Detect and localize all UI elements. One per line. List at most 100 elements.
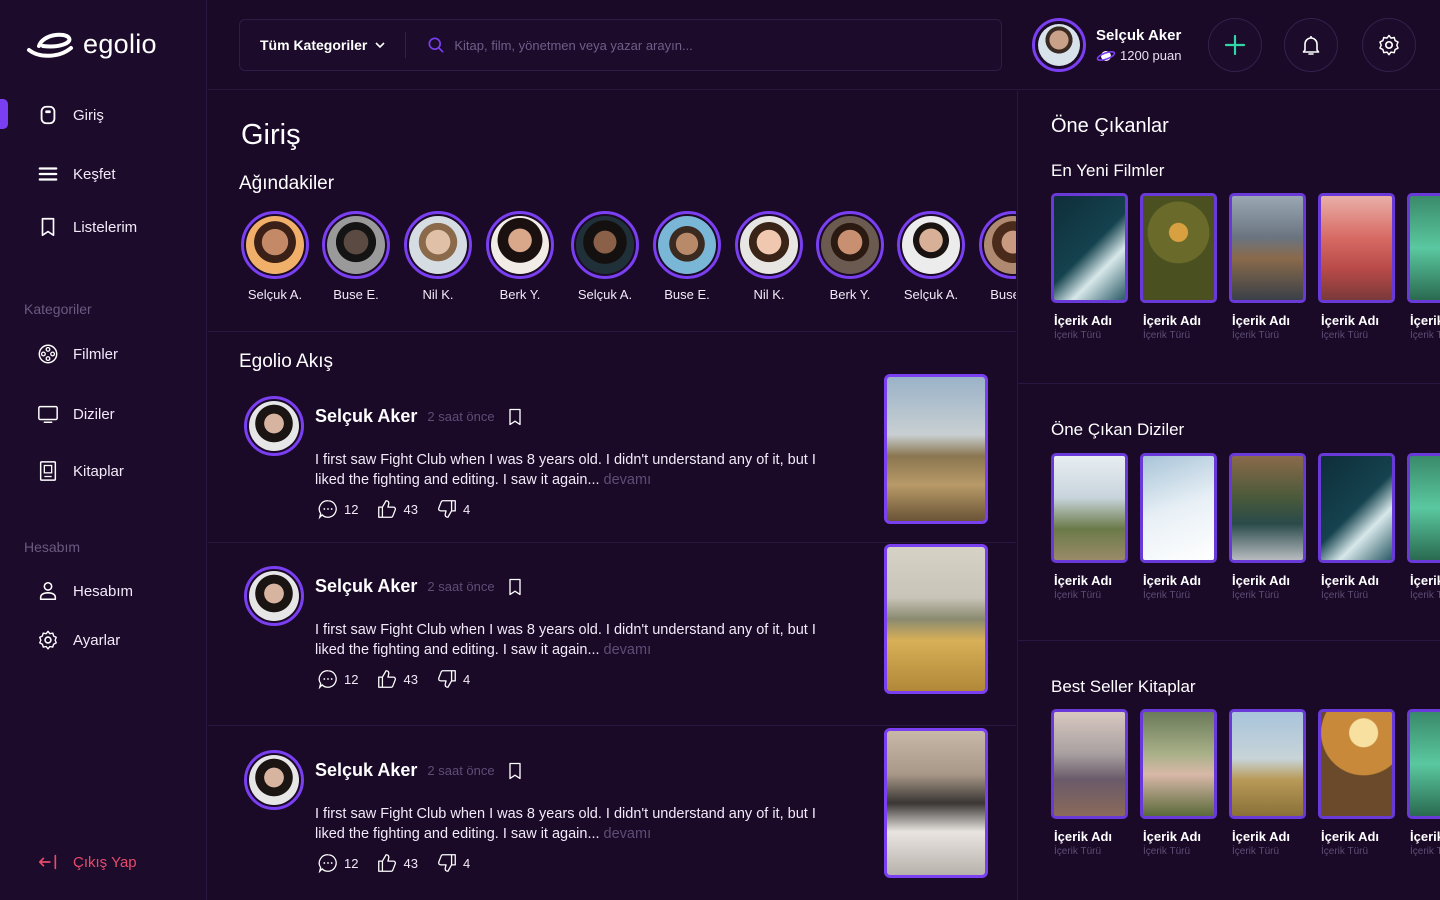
post-avatar[interactable] xyxy=(244,750,304,810)
like-button[interactable]: 43 xyxy=(376,668,418,690)
bookmark-icon[interactable] xyxy=(505,761,525,781)
add-button[interactable] xyxy=(1208,18,1262,72)
comment-icon xyxy=(318,854,337,874)
comment-button[interactable]: 12 xyxy=(317,498,358,520)
logout-label: Çıkış Yap xyxy=(73,853,137,871)
divider xyxy=(1018,383,1440,384)
divider xyxy=(1018,640,1440,641)
network-title: Ağındakiler xyxy=(239,173,335,194)
user-name: Selçuk Aker xyxy=(1096,26,1182,44)
post-avatar[interactable] xyxy=(244,566,304,626)
dislike-button[interactable]: 4 xyxy=(436,498,470,520)
feed-post: Selçuk Aker 2 saat önce I first saw Figh… xyxy=(244,374,988,536)
film-reel-icon xyxy=(38,344,58,364)
friend-item[interactable]: Berk Y. xyxy=(815,211,885,301)
content-card[interactable]: İçerik Adıİçerik Türü xyxy=(1140,453,1217,601)
content-card[interactable]: İçerik Adıİçerik Türü xyxy=(1229,193,1306,341)
post-author[interactable]: Selçuk Aker xyxy=(315,406,417,427)
content-card[interactable]: İçerik Adıİçerik Türü xyxy=(1229,709,1306,857)
thumbs-up-icon xyxy=(378,854,397,872)
content-card[interactable]: İçerik Adıİçerik Türü xyxy=(1318,709,1395,857)
bookmark-icon[interactable] xyxy=(505,407,525,427)
notifications-button[interactable] xyxy=(1284,18,1338,72)
friend-item[interactable]: Nil K. xyxy=(734,211,804,301)
friend-item[interactable]: Nil K. xyxy=(403,211,473,301)
content-card[interactable]: İçerik Adıİçerik Türü xyxy=(1051,193,1128,341)
friend-item[interactable]: Berk Y. xyxy=(485,211,555,301)
group-title-featured-series: Öne Çıkan Diziler xyxy=(1051,420,1185,439)
logo[interactable]: egolio xyxy=(25,28,157,60)
sidebar-item-lists[interactable]: Listelerim xyxy=(37,215,137,239)
post-image[interactable] xyxy=(884,728,988,878)
friend-item[interactable]: Buse E. xyxy=(321,211,391,301)
comment-button[interactable]: 12 xyxy=(317,668,358,690)
content-card[interactable]: İçerik Adıİçerik Türü xyxy=(1051,453,1128,601)
post-image[interactable] xyxy=(884,544,988,694)
friend-item[interactable]: Selçuk A. xyxy=(240,211,310,301)
content-card[interactable]: İçerik Adıİçerik Türü xyxy=(1051,709,1128,857)
sidebar-item-label: Giriş xyxy=(73,106,104,124)
sidebar-item-account[interactable]: Hesabım xyxy=(37,579,133,603)
sidebar-item-home[interactable]: Giriş xyxy=(37,103,104,127)
sidebar-item-explore[interactable]: Keşfet xyxy=(37,162,116,186)
user-points: 1200 puan xyxy=(1096,48,1181,64)
post-author[interactable]: Selçuk Aker xyxy=(315,576,417,597)
divider xyxy=(208,542,1016,543)
friend-item[interactable]: Selçuk A. xyxy=(896,211,966,301)
chevron-down-icon xyxy=(375,42,385,49)
user-profile[interactable]: Selçuk Aker 1200 puan xyxy=(1032,18,1181,72)
content-card[interactable]: İçerik Adıİçerik Türü xyxy=(1318,453,1395,601)
content-card[interactable]: İçerik Adıİçerik Türü xyxy=(1407,193,1440,341)
sidebar-item-films[interactable]: Filmler xyxy=(37,342,118,366)
read-more-link[interactable]: devamı xyxy=(604,472,652,488)
like-button[interactable]: 43 xyxy=(376,498,418,520)
gear-icon xyxy=(1379,34,1399,56)
post-time: 2 saat önce xyxy=(427,579,495,594)
comment-button[interactable]: 12 xyxy=(317,852,358,874)
dislike-button[interactable]: 4 xyxy=(436,668,470,690)
content-card[interactable]: İçerik Adıİçerik Türü xyxy=(1140,709,1217,857)
friend-item[interactable]: Buse E. xyxy=(978,211,1016,301)
featured-title: Öne Çıkanlar xyxy=(1051,115,1169,137)
logout-button[interactable]: Çıkış Yap xyxy=(37,850,137,874)
sidebar-item-label: Listelerim xyxy=(73,218,138,236)
content-card[interactable]: İçerik Adıİçerik Türü xyxy=(1229,453,1306,601)
search-input[interactable] xyxy=(454,37,975,53)
content-card[interactable]: İçerik Adıİçerik Türü xyxy=(1140,193,1217,341)
content-card[interactable]: İçerik Adıİçerik Türü xyxy=(1407,453,1440,601)
post-author[interactable]: Selçuk Aker xyxy=(315,760,417,781)
topbar: Tüm Kategoriler Selçuk Aker 1200 puan xyxy=(208,0,1440,90)
explore-icon xyxy=(38,167,58,181)
feed-post: Selçuk Aker 2 saat önce I first saw Figh… xyxy=(244,728,988,890)
sidebar-item-books[interactable]: Kitaplar xyxy=(37,459,124,483)
like-button[interactable]: 43 xyxy=(376,852,418,874)
logout-icon xyxy=(38,854,57,870)
content-card[interactable]: İçerik Adıİçerik Türü xyxy=(1318,193,1395,341)
post-time: 2 saat önce xyxy=(427,409,495,424)
post-image[interactable] xyxy=(884,374,988,524)
content-card[interactable]: İçerik Adıİçerik Türü xyxy=(1407,709,1440,857)
bookmark-icon[interactable] xyxy=(505,577,525,597)
friend-item[interactable]: Selçuk A. xyxy=(570,211,640,301)
thumbs-down-icon xyxy=(437,854,456,872)
feed-title: Egolio Akış xyxy=(239,351,333,372)
divider xyxy=(208,331,1016,332)
category-select[interactable]: Tüm Kategoriler xyxy=(240,32,407,58)
thumbs-down-icon xyxy=(437,500,456,518)
read-more-link[interactable]: devamı xyxy=(604,642,652,658)
post-avatar[interactable] xyxy=(244,396,304,456)
dislike-button[interactable]: 4 xyxy=(436,852,470,874)
friend-item[interactable]: Buse E. xyxy=(652,211,722,301)
sidebar-item-label: Kitaplar xyxy=(73,462,124,480)
plus-icon xyxy=(1224,34,1246,56)
thumbs-up-icon xyxy=(378,500,397,518)
sidebar-item-settings[interactable]: Ayarlar xyxy=(37,628,120,652)
settings-button[interactable] xyxy=(1362,18,1416,72)
search-icon xyxy=(428,37,444,53)
group-title-new-films: En Yeni Filmler xyxy=(1051,161,1165,180)
sidebar-item-label: Filmler xyxy=(73,345,118,363)
read-more-link[interactable]: devamı xyxy=(604,826,652,842)
sidebar-item-series[interactable]: Diziler xyxy=(37,402,115,426)
feed-post: Selçuk Aker 2 saat önce I first saw Figh… xyxy=(244,544,988,706)
bestseller-books-list: İçerik Adı İçerik Türü İçerik Adı İçerik T… xyxy=(1051,709,1440,869)
